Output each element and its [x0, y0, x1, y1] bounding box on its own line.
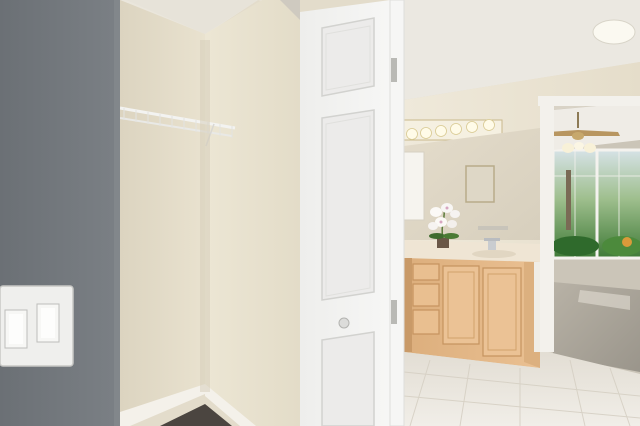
bathroom-area — [398, 0, 640, 426]
hinge-icon — [391, 300, 397, 324]
hinge-icon — [391, 58, 397, 82]
walk-in-closet — [119, 0, 300, 426]
vanity-cabinet — [404, 258, 540, 368]
light-switch-plate-icon[interactable] — [0, 285, 74, 367]
open-closet-door[interactable] — [300, 0, 405, 426]
photo-scene — [0, 0, 640, 426]
door-trim — [540, 100, 554, 352]
sink-basin — [472, 250, 516, 258]
ceiling-light-icon — [592, 19, 636, 45]
scene-illustration — [0, 0, 640, 426]
door-knob-icon[interactable] — [338, 317, 350, 329]
